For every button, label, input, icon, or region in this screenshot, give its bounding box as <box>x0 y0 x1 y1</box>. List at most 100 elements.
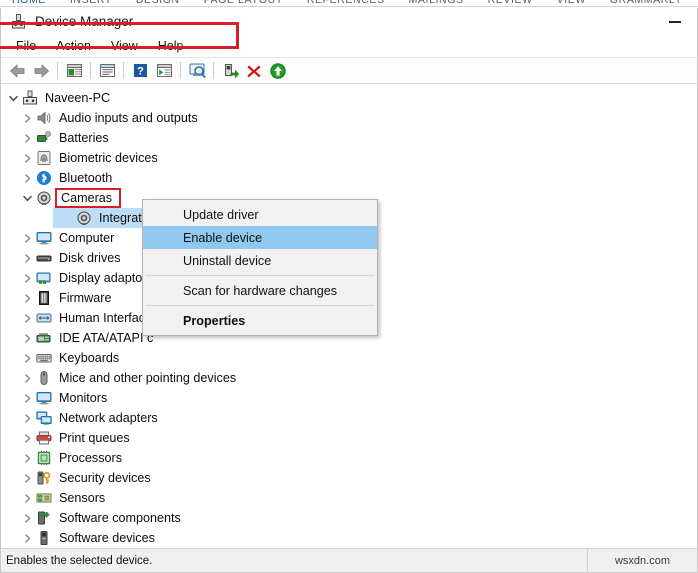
ribbon-divider <box>0 6 698 7</box>
tree-root-node[interactable]: Naveen-PC <box>1 88 697 108</box>
tree-node-label: Naveen-PC <box>45 91 111 105</box>
hid-icon <box>36 310 53 327</box>
toolbar-separator-2 <box>90 62 91 79</box>
chevron-right-icon[interactable] <box>19 428 36 448</box>
bluetooth-icon <box>36 170 53 187</box>
software-device-icon <box>36 530 53 547</box>
menu-file[interactable]: File <box>6 36 46 56</box>
chevron-right-icon[interactable] <box>19 168 36 188</box>
tree-node-label: Security devices <box>59 471 151 485</box>
back-arrow-icon[interactable] <box>5 60 29 82</box>
tree-node[interactable]: Monitors <box>1 388 697 408</box>
tree-node-label: Bluetooth <box>59 171 113 185</box>
chevron-right-icon[interactable] <box>19 368 36 388</box>
chevron-right-icon[interactable] <box>19 468 36 488</box>
status-bar: Enables the selected device. wsxdn.com <box>1 548 697 573</box>
firmware-icon <box>36 290 53 307</box>
tree-node[interactable]: Security devices <box>1 468 697 488</box>
menu-action[interactable]: Action <box>46 36 101 56</box>
tree-node[interactable]: Software components <box>1 508 697 528</box>
tree-node-label: Disk drives <box>59 251 121 265</box>
context-uninstall-device[interactable]: Uninstall device <box>143 249 377 272</box>
speaker-icon <box>36 110 53 127</box>
chevron-down-icon[interactable] <box>5 88 22 108</box>
chevron-right-icon[interactable] <box>19 288 36 308</box>
chevron-right-icon[interactable] <box>19 148 36 168</box>
tree-node[interactable]: Batteries <box>1 128 697 148</box>
tree-node-label: Audio inputs and outputs <box>59 111 198 125</box>
tree-node[interactable]: Software devices <box>1 528 697 548</box>
menu-help[interactable]: Help <box>148 36 194 56</box>
ide-controller-icon <box>36 330 53 347</box>
security-device-icon <box>36 470 53 487</box>
update-driver-icon[interactable] <box>152 60 176 82</box>
tree-node[interactable]: Processors <box>1 448 697 468</box>
keyboard-icon <box>36 350 53 367</box>
chevron-right-icon[interactable] <box>19 348 36 368</box>
forward-arrow-icon[interactable] <box>29 60 53 82</box>
tree-node-label: Network adapters <box>59 411 158 425</box>
scan-for-hardware-changes-icon[interactable] <box>185 60 209 82</box>
chevron-down-icon[interactable] <box>19 188 36 208</box>
uninstall-device-icon[interactable] <box>242 60 266 82</box>
menu-view[interactable]: View <box>101 36 148 56</box>
chevron-right-icon[interactable] <box>19 388 36 408</box>
chevron-right-icon[interactable] <box>19 108 36 128</box>
tree-node-label: Human Interfac <box>59 311 146 325</box>
context-properties[interactable]: Properties <box>143 309 377 332</box>
mouse-icon <box>36 370 53 387</box>
chevron-right-icon[interactable] <box>19 528 36 548</box>
tree-node-label: IDE ATA/ATAPI c <box>59 331 154 345</box>
tree-node-label: Software components <box>59 511 181 525</box>
chevron-right-icon[interactable] <box>19 268 36 288</box>
toolbar: ? <box>1 58 697 84</box>
tree-node[interactable]: Print queues <box>1 428 697 448</box>
enable-device-toolbar-icon[interactable] <box>218 60 242 82</box>
properties-icon[interactable] <box>95 60 119 82</box>
tree-node[interactable]: Keyboards <box>1 348 697 368</box>
software-component-icon <box>36 510 53 527</box>
chevron-right-icon[interactable] <box>19 448 36 468</box>
context-menu[interactable]: Update driver Enable device Uninstall devi… <box>142 199 378 336</box>
monitor-icon <box>36 230 53 247</box>
tree-node[interactable]: Mice and other pointing devices <box>1 368 697 388</box>
camera-icon <box>36 190 53 207</box>
context-update-driver[interactable]: Update driver <box>143 203 377 226</box>
help-icon[interactable]: ? <box>128 60 152 82</box>
chevron-right-icon[interactable] <box>19 128 36 148</box>
context-menu-separator <box>146 275 374 276</box>
minimize-button[interactable] <box>652 8 697 35</box>
display-adapter-icon <box>36 270 53 287</box>
context-scan-for-hardware-changes[interactable]: Scan for hardware changes <box>143 279 377 302</box>
tree-node-label: Computer <box>59 231 115 245</box>
watermark: wsxdn.com <box>587 549 697 573</box>
tree-node-label: Processors <box>59 451 122 465</box>
window-controls <box>652 8 697 35</box>
context-enable-device[interactable]: Enable device <box>143 226 377 249</box>
tree-node[interactable]: Bluetooth <box>1 168 697 188</box>
chevron-right-icon[interactable] <box>19 228 36 248</box>
chevron-right-icon[interactable] <box>19 508 36 528</box>
menu-bar: File Action View Help <box>1 35 697 58</box>
tree-node[interactable]: Network adapters <box>1 408 697 428</box>
tree-node-label: Display adaptor <box>59 271 147 285</box>
sensor-icon <box>36 490 53 507</box>
tree-node[interactable]: Sensors <box>1 488 697 508</box>
tree-node[interactable]: Biometric devices <box>1 148 697 168</box>
toolbar-separator-1 <box>57 62 58 79</box>
show-hide-console-tree-icon[interactable] <box>62 60 86 82</box>
chevron-right-icon[interactable] <box>19 308 36 328</box>
chevron-right-icon[interactable] <box>19 408 36 428</box>
printer-icon <box>36 430 53 447</box>
chevron-right-icon[interactable] <box>19 248 36 268</box>
tree-node-label: Cameras <box>54 188 122 208</box>
enable-green-arrow-icon[interactable] <box>266 60 290 82</box>
computer-icon <box>22 90 39 107</box>
fingerprint-icon <box>36 150 53 167</box>
toolbar-separator-4 <box>180 62 181 79</box>
chevron-right-icon[interactable] <box>19 488 36 508</box>
chevron-right-icon[interactable] <box>19 328 36 348</box>
tree-node[interactable]: Audio inputs and outputs <box>1 108 697 128</box>
svg-text:?: ? <box>137 65 144 77</box>
minimize-icon <box>668 20 681 23</box>
